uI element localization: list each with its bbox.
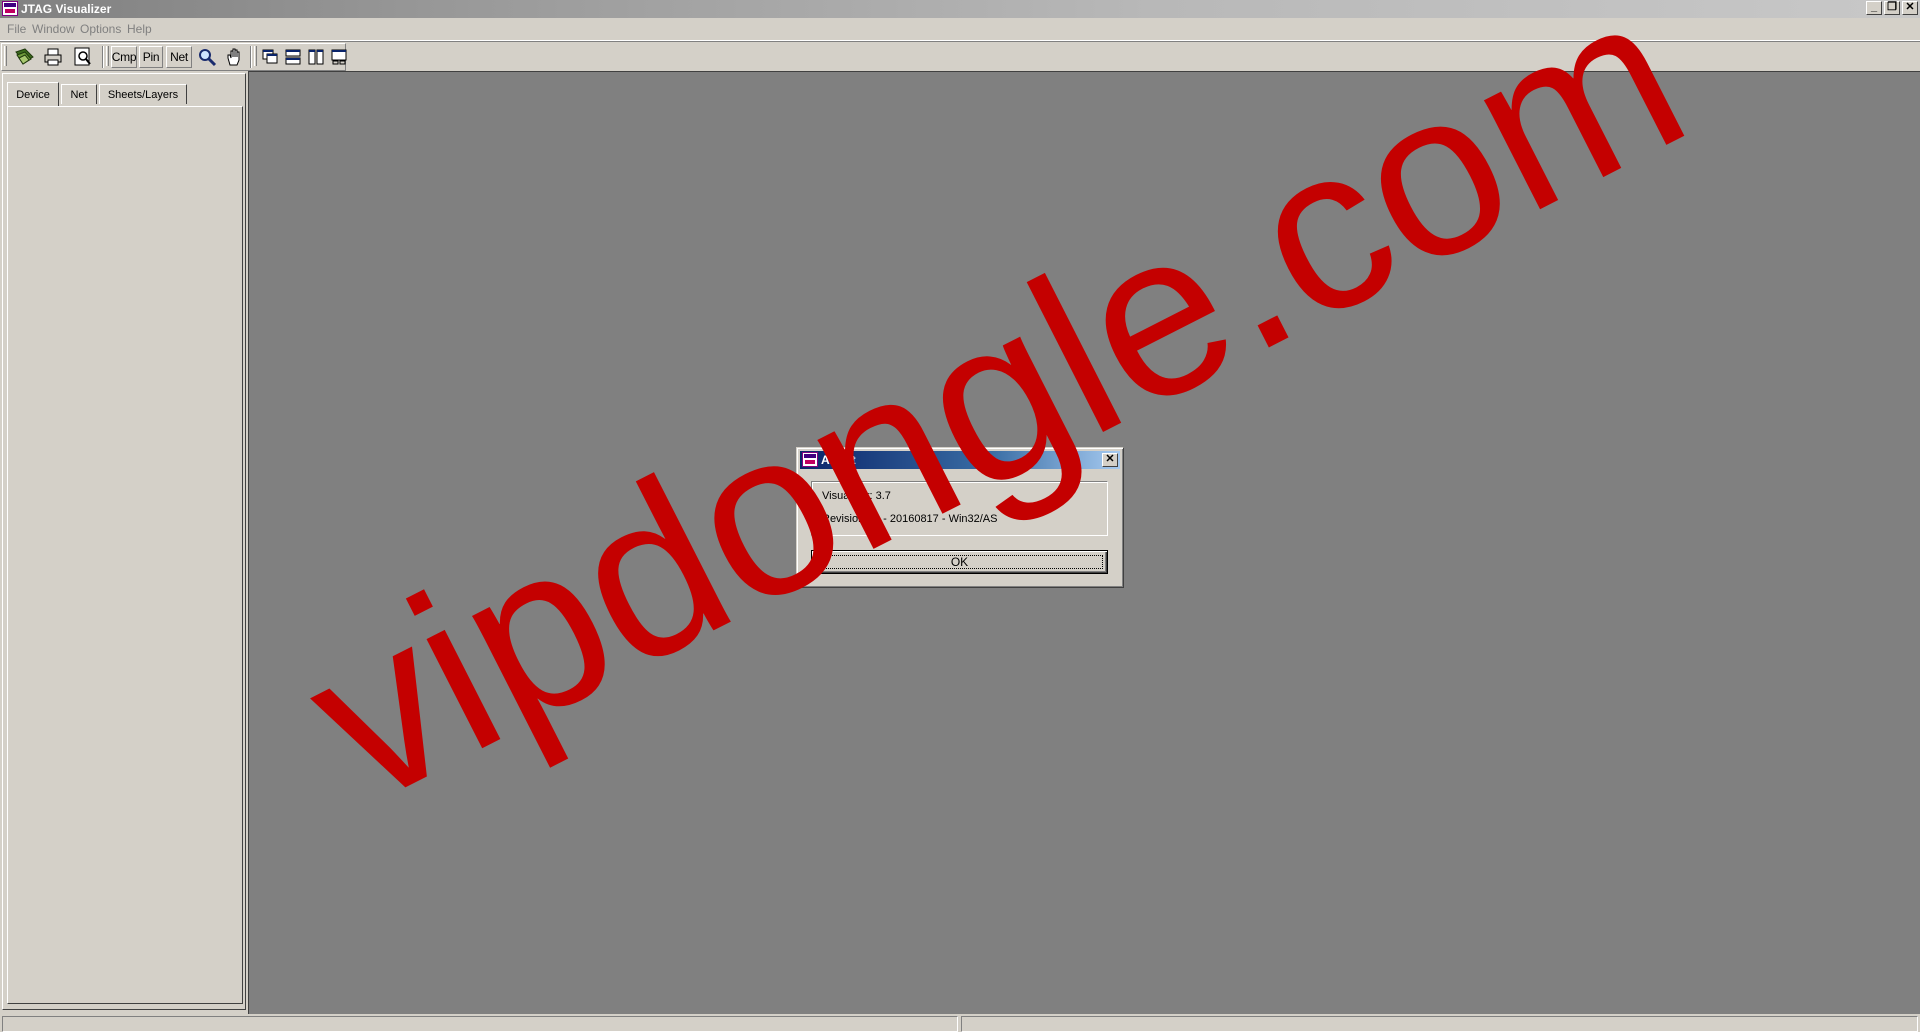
toolbar: Cmp Pin Net <box>0 41 1920 72</box>
cascade-icon[interactable] <box>259 46 281 68</box>
print-icon[interactable] <box>40 46 66 68</box>
pin-button[interactable]: Pin <box>139 46 163 68</box>
toolbar-separator <box>102 46 104 68</box>
focus-rect <box>816 555 1103 569</box>
arrange-icon[interactable] <box>328 46 350 68</box>
dialog-app-icon <box>802 452 818 467</box>
tile-horizontal-icon[interactable] <box>282 46 304 68</box>
menu-help[interactable]: Help <box>127 22 152 36</box>
status-pane-right <box>961 1016 1918 1032</box>
status-pane-left <box>2 1016 958 1032</box>
revision-text: Revision - 1 - 20160817 - Win32/AS <box>822 513 998 525</box>
toolbar-grip[interactable] <box>4 46 7 66</box>
left-panel: Device Net Sheets/Layers <box>2 73 246 1010</box>
menu-options[interactable]: Options <box>80 22 121 36</box>
pan-hand-icon[interactable] <box>222 46 246 68</box>
print-preview-icon[interactable] <box>70 46 96 68</box>
toolbar-grip[interactable] <box>106 46 109 66</box>
close-icon[interactable]: ✕ <box>1102 453 1118 467</box>
about-dialog: About ✕ Visualizer: 3.7 Revision - 1 - 2… <box>796 447 1124 588</box>
restore-icon[interactable]: ❐ <box>1884 1 1900 15</box>
dialog-info-group: Visualizer: 3.7 Revision - 1 - 20160817 … <box>811 481 1108 536</box>
toolbar-separator <box>250 46 252 68</box>
dialog-title-bar[interactable]: About ✕ <box>800 451 1120 469</box>
tab-content <box>7 106 243 1004</box>
menu-file[interactable]: File <box>7 22 26 36</box>
open-icon[interactable] <box>11 46 37 68</box>
ok-button[interactable]: OK <box>811 550 1108 574</box>
zoom-icon[interactable] <box>195 46 219 68</box>
toolbar-grip[interactable] <box>254 46 257 66</box>
dialog-title: About <box>821 453 856 467</box>
close-icon[interactable]: ✕ <box>1902 1 1918 15</box>
tab-net[interactable]: Net <box>61 84 97 104</box>
minimize-icon[interactable]: _ <box>1866 1 1882 15</box>
version-text: Visualizer: 3.7 <box>822 490 891 502</box>
app-icon[interactable] <box>2 1 18 16</box>
tile-vertical-icon[interactable] <box>305 46 327 68</box>
cmp-button[interactable]: Cmp <box>111 46 137 68</box>
window-title: JTAG Visualizer <box>21 2 112 16</box>
tab-device[interactable]: Device <box>7 82 59 106</box>
tab-strip: Device Net Sheets/Layers <box>7 82 243 107</box>
menu-bar: File Window Options Help <box>0 18 1920 41</box>
menu-window[interactable]: Window <box>32 22 75 36</box>
status-bar <box>0 1014 1920 1032</box>
net-button[interactable]: Net <box>166 46 192 68</box>
title-bar: JTAG Visualizer _ ❐ ✕ <box>0 0 1920 18</box>
tab-sheets-layers[interactable]: Sheets/Layers <box>99 84 187 104</box>
